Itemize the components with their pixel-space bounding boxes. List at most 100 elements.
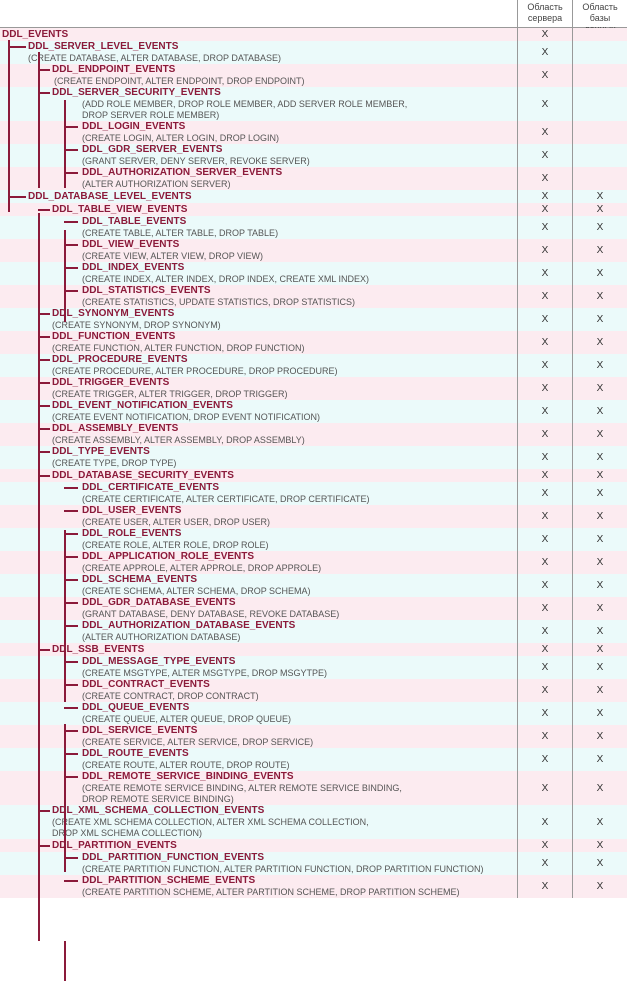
event-title: DDL_GDR_DATABASE_EVENTS xyxy=(82,597,517,609)
tree-row: DDL_VIEW_EVENTS(CREATE VIEW, ALTER VIEW,… xyxy=(0,239,627,262)
mark-server: X xyxy=(517,87,572,121)
mark-db xyxy=(572,144,627,167)
mark-server: X xyxy=(517,679,572,702)
event-desc: (CREATE PROCEDURE, ALTER PROCEDURE, DROP… xyxy=(52,366,517,377)
mark-db: X xyxy=(572,852,627,875)
tree-row: DDL_CERTIFICATE_EVENTS(CREATE CERTIFICAT… xyxy=(0,482,627,505)
event-desc: (GRANT DATABASE, DENY DATABASE, REVOKE D… xyxy=(82,609,517,620)
mark-db xyxy=(572,64,627,87)
event-desc: (CREATE ROLE, ALTER ROLE, DROP ROLE) xyxy=(82,540,517,551)
tree-line xyxy=(64,941,66,981)
tree-row: DDL_ENDPOINT_EVENTS(CREATE ENDPOINT, ALT… xyxy=(0,64,627,87)
mark-server: X xyxy=(517,41,572,64)
tree-line xyxy=(8,40,10,212)
mark-server: X xyxy=(517,423,572,446)
mark-server: X xyxy=(517,144,572,167)
mark-server: X xyxy=(517,875,572,898)
event-title: DDL_APPLICATION_ROLE_EVENTS xyxy=(82,551,517,563)
tree-row: DDL_SERVER_SECURITY_EVENTS(ADD ROLE MEMB… xyxy=(0,87,627,121)
event-title: DDL_DATABASE_SECURITY_EVENTS xyxy=(52,470,517,482)
event-title: DDL_SERVER_SECURITY_EVENTS xyxy=(52,87,517,99)
mark-db: X xyxy=(572,262,627,285)
event-title: DDL_INDEX_EVENTS xyxy=(82,262,517,274)
header-server-scope: Область сервера xyxy=(517,0,572,27)
event-desc: (CREATE SERVICE, ALTER SERVICE, DROP SER… xyxy=(82,737,517,748)
mark-db: X xyxy=(572,679,627,702)
event-desc: (CREATE PARTITION FUNCTION, ALTER PARTIT… xyxy=(82,864,517,875)
tree-line xyxy=(38,213,40,941)
event-title: DDL_DATABASE_LEVEL_EVENTS xyxy=(28,191,517,203)
mark-db xyxy=(572,167,627,190)
event-title: DDL_ASSEMBLY_EVENTS xyxy=(52,423,517,435)
tree-row: DDL_PARTITION_SCHEME_EVENTS(CREATE PARTI… xyxy=(0,875,627,898)
mark-db: X xyxy=(572,597,627,620)
event-desc: (CREATE INDEX, ALTER INDEX, DROP INDEX, … xyxy=(82,274,517,285)
tree-row: DDL_STATISTICS_EVENTS(CREATE STATISTICS,… xyxy=(0,285,627,308)
mark-server: X xyxy=(517,505,572,528)
mark-db: X xyxy=(572,656,627,679)
mark-server: X xyxy=(517,446,572,469)
tree-row: DDL_APPLICATION_ROLE_EVENTS(CREATE APPRO… xyxy=(0,551,627,574)
event-title: DDL_STATISTICS_EVENTS xyxy=(82,285,517,297)
tree-row: DDL_TRIGGER_EVENTS(CREATE TRIGGER, ALTER… xyxy=(0,377,627,400)
event-title: DDL_SERVICE_EVENTS xyxy=(82,725,517,737)
event-desc: (CREATE PARTITION SCHEME, ALTER PARTITIO… xyxy=(82,887,517,898)
tree-row: DDL_USER_EVENTS(CREATE USER, ALTER USER,… xyxy=(0,505,627,528)
tree-line xyxy=(64,724,66,872)
mark-db xyxy=(572,28,627,41)
mark-server: X xyxy=(517,377,572,400)
event-title: DDL_USER_EVENTS xyxy=(82,505,517,517)
mark-server: X xyxy=(517,597,572,620)
event-desc: (CREATE ROUTE, ALTER ROUTE, DROP ROUTE) xyxy=(82,760,517,771)
mark-db: X xyxy=(572,377,627,400)
mark-server: X xyxy=(517,805,572,839)
mark-server: X xyxy=(517,190,572,203)
mark-db: X xyxy=(572,400,627,423)
event-title: DDL_GDR_SERVER_EVENTS xyxy=(82,144,517,156)
event-desc: (CREATE MSGTYPE, ALTER MSGTYPE, DROP MSG… xyxy=(82,668,517,679)
tree-row: DDL_FUNCTION_EVENTS(CREATE FUNCTION, ALT… xyxy=(0,331,627,354)
tree-row: DDL_SERVER_LEVEL_EVENTS(CREATE DATABASE,… xyxy=(0,41,627,64)
mark-server: X xyxy=(517,771,572,805)
mark-db: X xyxy=(572,446,627,469)
mark-db xyxy=(572,121,627,144)
tree-row: DDL_AUTHORIZATION_SERVER_EVENTS(ALTER AU… xyxy=(0,167,627,190)
mark-db: X xyxy=(572,469,627,482)
event-title: DDL_CONTRACT_EVENTS xyxy=(82,679,517,691)
tree-row: DDL_EVENTS X xyxy=(0,28,627,41)
mark-db: X xyxy=(572,875,627,898)
tree-row: DDL_ASSEMBLY_EVENTS(CREATE ASSEMBLY, ALT… xyxy=(0,423,627,446)
mark-server: X xyxy=(517,262,572,285)
event-desc: (CREATE CERTIFICATE, ALTER CERTIFICATE, … xyxy=(82,494,517,505)
mark-db: X xyxy=(572,805,627,839)
event-desc: (CREATE QUEUE, ALTER QUEUE, DROP QUEUE) xyxy=(82,714,517,725)
header-row: Область сервера Область базы данных xyxy=(0,0,627,28)
mark-db: X xyxy=(572,528,627,551)
event-desc: DROP SERVER ROLE MEMBER) xyxy=(52,110,517,121)
mark-db: X xyxy=(572,239,627,262)
tree-row: DDL_EVENT_NOTIFICATION_EVENTS(CREATE EVE… xyxy=(0,400,627,423)
event-desc: DROP XML SCHEMA COLLECTION) xyxy=(52,828,517,839)
mark-server: X xyxy=(517,656,572,679)
mark-server: X xyxy=(517,354,572,377)
mark-db: X xyxy=(572,285,627,308)
event-title: DDL_ENDPOINT_EVENTS xyxy=(52,64,517,76)
tree-line xyxy=(38,52,40,188)
event-title: DDL_VIEW_EVENTS xyxy=(82,239,517,251)
mark-db: X xyxy=(572,354,627,377)
tree-line xyxy=(64,530,66,702)
tree-row: DDL_SYNONYM_EVENTS(CREATE SYNONYM, DROP … xyxy=(0,308,627,331)
event-desc: (CREATE DATABASE, ALTER DATABASE, DROP D… xyxy=(28,53,517,64)
event-title: DDL_TABLE_VIEW_EVENTS xyxy=(52,204,517,216)
mark-db: X xyxy=(572,216,627,239)
event-desc: (CREATE EVENT NOTIFICATION, DROP EVENT N… xyxy=(52,412,517,423)
tree-row: DDL_GDR_SERVER_EVENTS(GRANT SERVER, DENY… xyxy=(0,144,627,167)
event-desc: (CREATE SYNONYM, DROP SYNONYM) xyxy=(52,320,517,331)
tree-row: DDL_GDR_DATABASE_EVENTS(GRANT DATABASE, … xyxy=(0,597,627,620)
header-db-scope: Область базы данных xyxy=(572,0,627,27)
tree-row: DDL_SERVICE_EVENTS(CREATE SERVICE, ALTER… xyxy=(0,725,627,748)
mark-db: X xyxy=(572,702,627,725)
event-title: DDL_AUTHORIZATION_DATABASE_EVENTS xyxy=(82,620,517,632)
mark-server: X xyxy=(517,203,572,216)
tree-row: DDL_CONTRACT_EVENTS(CREATE CONTRACT, DRO… xyxy=(0,679,627,702)
